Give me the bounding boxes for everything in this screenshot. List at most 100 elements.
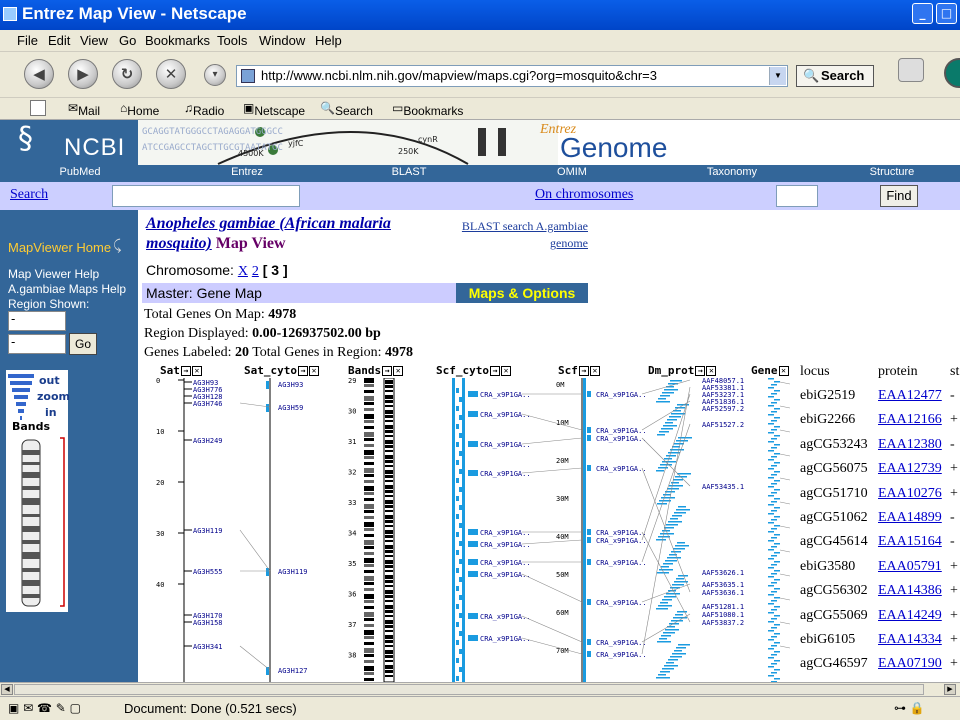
search-button[interactable]: 🔍 Search <box>796 65 874 87</box>
col-satcyto-label: Sat_cyto <box>244 364 297 377</box>
band-segment <box>385 550 393 553</box>
url-field[interactable]: http://www.ncbi.nlm.nih.gov/mapview/maps… <box>236 65 788 87</box>
mail-link[interactable]: ✉ Mail <box>68 101 100 118</box>
tab-omim[interactable]: OMIM <box>547 166 597 178</box>
col-dmprot-header[interactable]: Dm_prot → ✕ <box>648 364 717 377</box>
genome-map-graphic[interactable]: 010203040AG3H93AG3H776AG3H128AG3H746AG3H… <box>150 378 790 682</box>
menu-view[interactable]: View <box>80 33 108 48</box>
header-strand: st <box>950 364 960 379</box>
home-link[interactable]: ⌂ Home <box>120 101 159 118</box>
protein-link[interactable]: EAA05791 <box>878 559 942 575</box>
menu-bookmarks[interactable]: Bookmarks <box>145 33 210 48</box>
col-scf-close-icon[interactable]: ✕ <box>589 366 600 376</box>
menu-tools[interactable]: Tools <box>217 33 247 48</box>
col-scfcyto-header[interactable]: Scf_cyto → ✕ <box>436 364 511 377</box>
scroll-right-icon[interactable]: ▶ <box>944 684 956 695</box>
protein-link[interactable]: EAA07190 <box>878 656 942 672</box>
print-icon[interactable] <box>898 58 924 82</box>
blast-search-link[interactable]: BLAST search A.gambiae genome <box>438 218 588 252</box>
chromosome-x-link[interactable]: X <box>238 264 248 279</box>
col-satcyto-expand-icon[interactable]: → <box>297 366 308 376</box>
col-gene-header[interactable]: Gene ✕ <box>751 364 789 377</box>
scrollbar-thumb[interactable] <box>14 684 924 695</box>
col-scfcyto-expand-icon[interactable]: → <box>489 366 500 376</box>
stop-icon[interactable]: ✕ <box>156 59 186 89</box>
protein-link[interactable]: EAA14249 <box>878 608 942 624</box>
dmprot-hit <box>658 674 666 676</box>
protein-link[interactable]: EAA14334 <box>878 632 942 648</box>
chromosome-input[interactable] <box>776 185 818 207</box>
go-button[interactable]: Go <box>69 333 97 355</box>
tab-blast[interactable]: BLAST <box>384 166 434 178</box>
agambiae-maps-help-link[interactable]: A.gambiae Maps Help <box>8 282 126 296</box>
scroll-left-icon[interactable]: ◀ <box>1 684 13 695</box>
mapviewer-home-link[interactable]: MapViewer Home <box>8 240 111 255</box>
menu-window[interactable]: Window <box>259 33 305 48</box>
col-satcyto-close-icon[interactable]: ✕ <box>308 366 319 376</box>
protein-link[interactable]: EAA14899 <box>878 510 942 526</box>
col-sat-expand-icon[interactable]: → <box>180 366 191 376</box>
url-dropdown-icon[interactable]: ▼ <box>769 67 786 85</box>
scfcyto-segment <box>456 640 459 645</box>
col-bands-close-icon[interactable]: ✕ <box>393 366 404 376</box>
col-scf-expand-icon[interactable]: → <box>578 366 589 376</box>
horizontal-scrollbar[interactable]: ◀ ▶ <box>0 682 960 696</box>
protein-link[interactable]: EAA12380 <box>878 437 942 453</box>
col-scfcyto-close-icon[interactable]: ✕ <box>500 366 511 376</box>
map-viewer-help-link[interactable]: Map Viewer Help <box>8 267 99 281</box>
search-text-input[interactable] <box>112 185 300 207</box>
reload-icon[interactable]: ↻ <box>112 59 142 89</box>
dmprot-hit <box>661 635 671 637</box>
tab-taxonomy[interactable]: Taxonomy <box>700 166 764 178</box>
chromosome-ideogram[interactable] <box>6 436 68 612</box>
ncbi-logo[interactable]: § NCBI <box>0 120 138 165</box>
menu-help[interactable]: Help <box>315 33 342 48</box>
go-history-icon[interactable]: ▾ <box>204 64 226 86</box>
netscape-link[interactable]: ▣ Netscape <box>243 101 305 118</box>
scfcyto-segment <box>456 406 459 411</box>
col-satcyto-header[interactable]: Sat_cyto → ✕ <box>244 364 319 377</box>
protein-link[interactable]: EAA14386 <box>878 583 942 599</box>
menu-go[interactable]: Go <box>119 33 136 48</box>
search-link[interactable]: 🔍 Search <box>320 101 373 118</box>
band-tick-label: 38 <box>348 652 356 660</box>
col-dmprot-close-icon[interactable]: ✕ <box>706 366 717 376</box>
bookmarks-link[interactable]: ▭ Bookmarks <box>392 101 463 118</box>
region-end-input[interactable]: - <box>8 334 66 354</box>
zoom-out-link[interactable]: out <box>39 374 60 387</box>
tab-pubmed[interactable]: PubMed <box>55 166 105 178</box>
col-dmprot-expand-icon[interactable]: → <box>695 366 706 376</box>
col-sat-header[interactable]: Sat → ✕ <box>160 364 202 377</box>
find-button[interactable]: Find <box>880 185 918 207</box>
menu-edit[interactable]: Edit <box>48 33 70 48</box>
col-bands-header[interactable]: Bands → ✕ <box>348 364 404 377</box>
forward-icon[interactable]: ▶ <box>68 59 98 89</box>
tab-icon[interactable] <box>30 100 46 116</box>
col-scf-header[interactable]: Scf → ✕ <box>558 364 600 377</box>
maps-options-button[interactable]: Maps & Options <box>456 283 588 303</box>
protein-link[interactable]: EAA15164 <box>878 534 942 550</box>
menu-file[interactable]: File <box>17 33 38 48</box>
back-icon[interactable]: ◀ <box>24 59 54 89</box>
protein-link[interactable]: EAA12477 <box>878 388 942 404</box>
radio-link[interactable]: ♫ Radio <box>184 101 224 118</box>
maximize-button[interactable]: □ <box>936 3 957 24</box>
band-mark <box>364 672 374 675</box>
protein-link[interactable]: EAA12739 <box>878 461 942 477</box>
on-chromosomes-link[interactable]: On chromosomes <box>535 187 633 203</box>
band-mark <box>364 534 374 537</box>
col-sat-close-icon[interactable]: ✕ <box>191 366 202 376</box>
protein-link[interactable]: EAA12166 <box>878 412 942 428</box>
protein-link[interactable]: EAA10276 <box>878 486 942 502</box>
col-bands-expand-icon[interactable]: → <box>382 366 393 376</box>
tab-structure[interactable]: Structure <box>862 166 922 178</box>
tab-entrez[interactable]: Entrez <box>222 166 272 178</box>
gene-hit <box>768 432 774 434</box>
zoom-in-link[interactable]: in <box>45 406 57 419</box>
region-start-input[interactable]: - <box>8 311 66 331</box>
minimize-button[interactable]: _ <box>912 3 933 24</box>
status-mail-icon[interactable]: ▣ ✉ ☎ ✎ ▢ <box>8 701 81 715</box>
search-link-label[interactable]: Search <box>10 187 48 203</box>
col-gene-close-icon[interactable]: ✕ <box>778 366 789 376</box>
chromosome-2-link[interactable]: 2 <box>252 264 259 279</box>
